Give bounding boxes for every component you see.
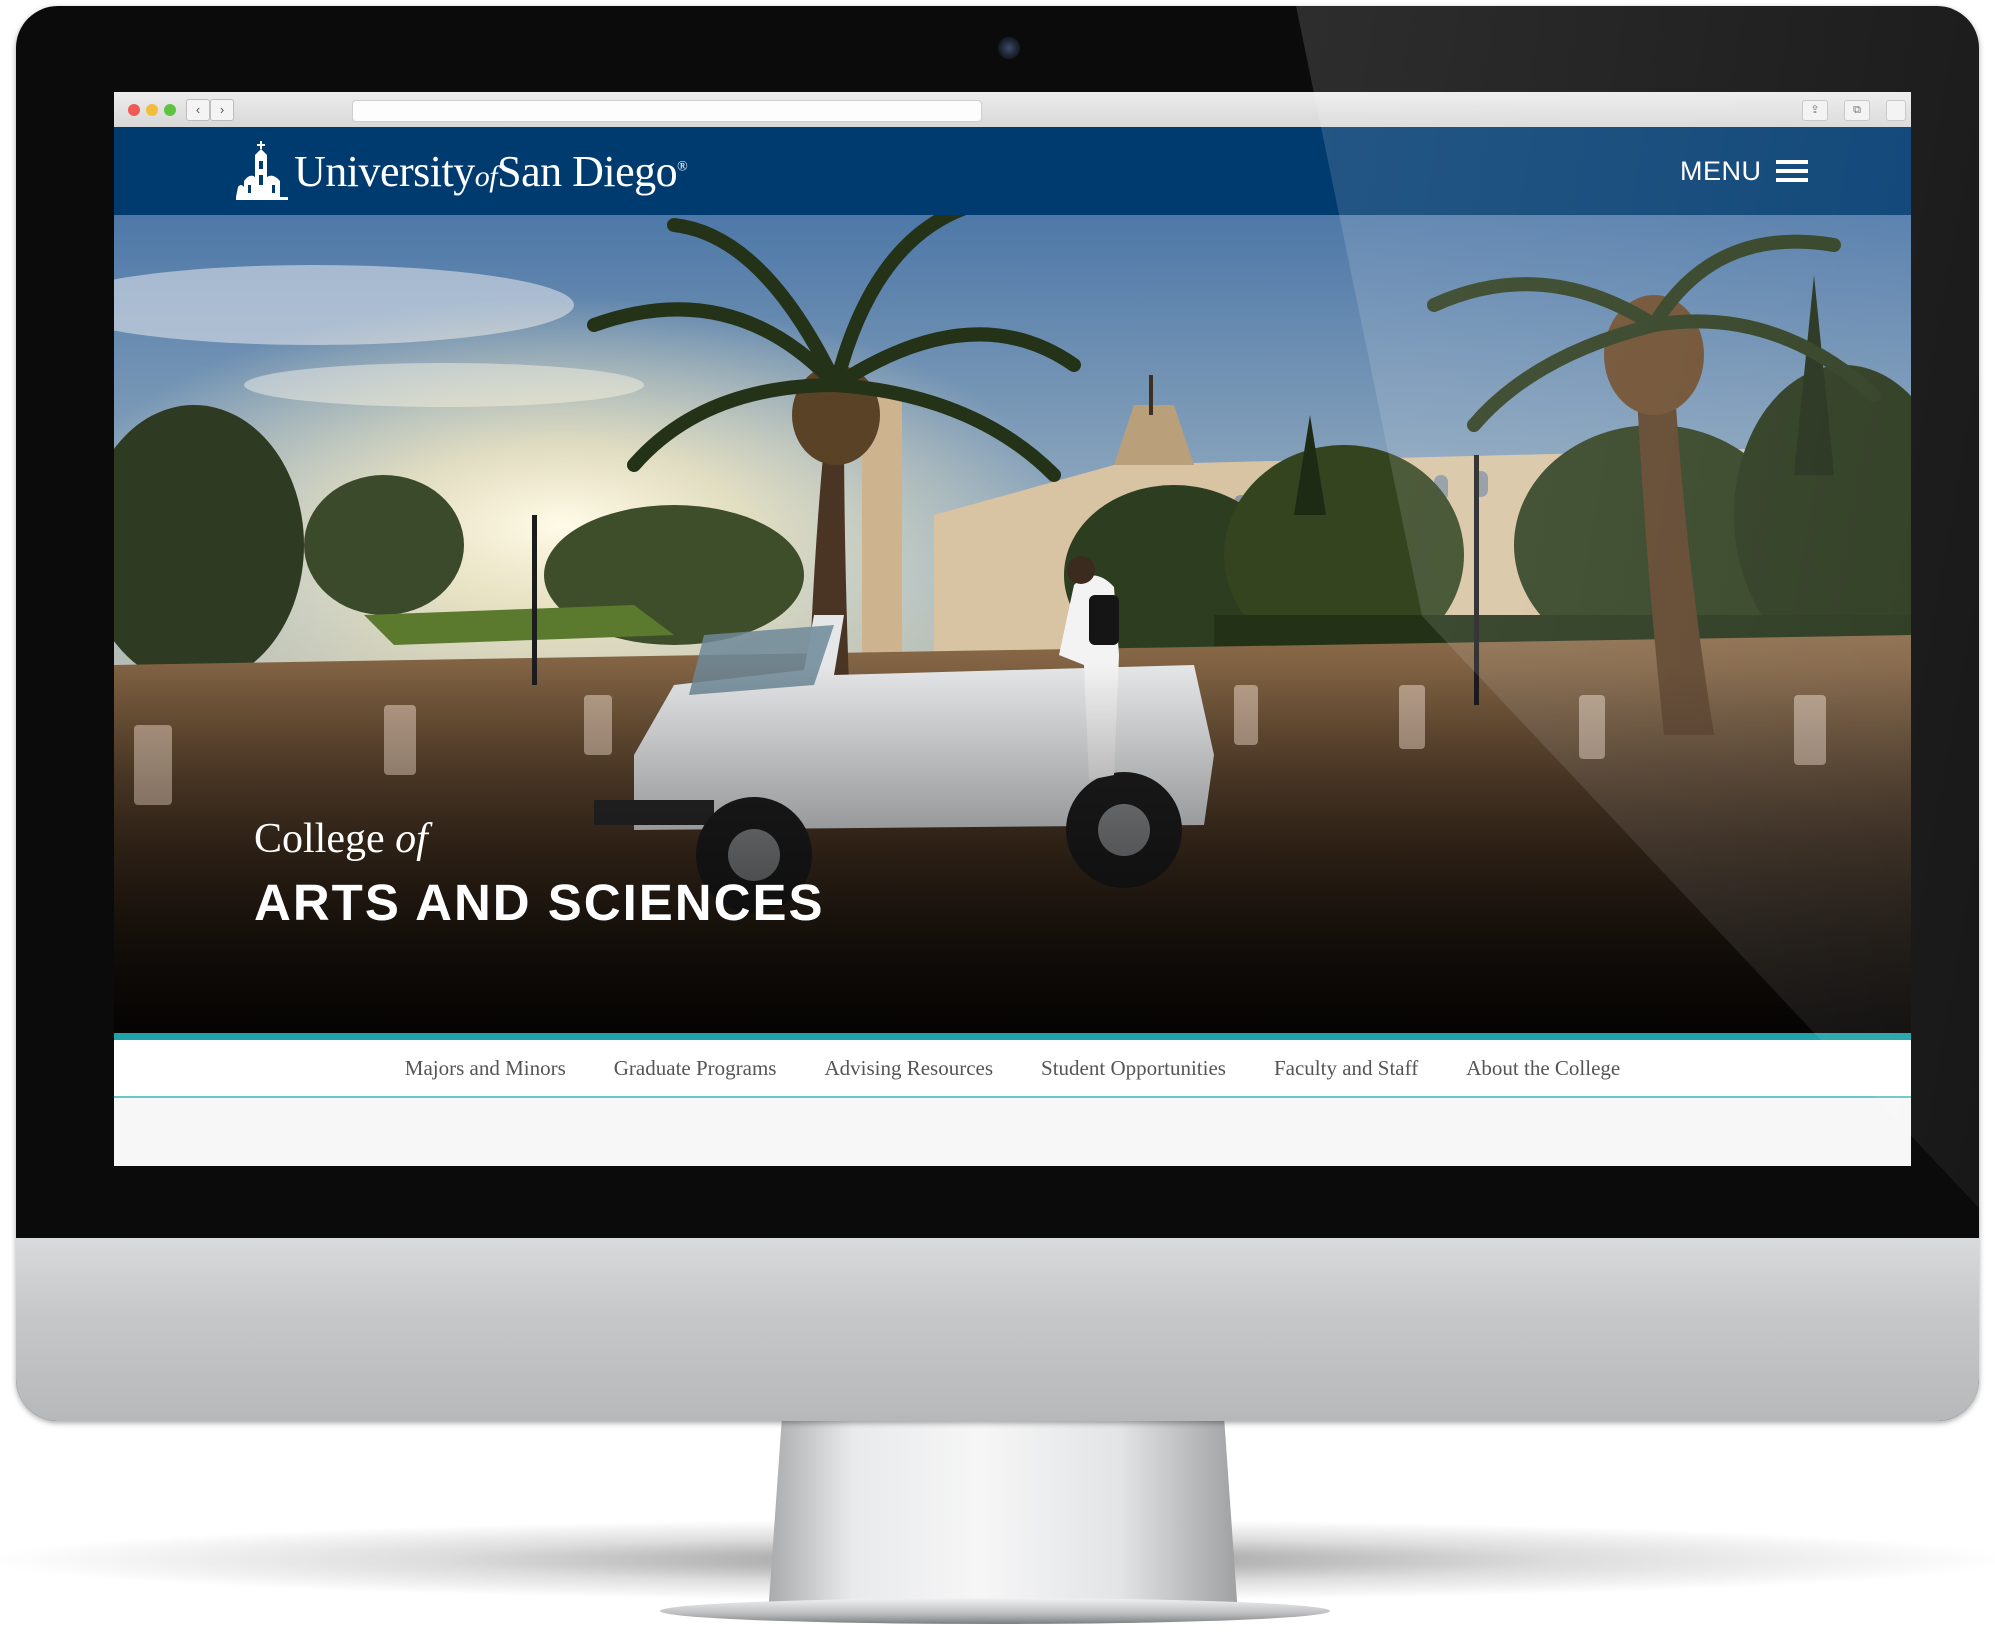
hamburger-icon bbox=[1775, 160, 1808, 182]
accent-divider bbox=[114, 1033, 1911, 1040]
forward-icon[interactable]: › bbox=[210, 99, 234, 121]
logo-text-university: University bbox=[294, 146, 475, 196]
logo-text-san-diego: San Diego bbox=[497, 146, 678, 196]
camera-icon bbox=[998, 37, 1020, 59]
hero-subtitle: College of bbox=[254, 815, 825, 863]
close-window-button[interactable] bbox=[128, 104, 140, 116]
tabs-icon[interactable]: ⧉ bbox=[1844, 100, 1870, 121]
hero-subtitle-college: College bbox=[254, 816, 385, 862]
logo-wordmark: UniversityofSan Diego® bbox=[294, 146, 688, 197]
site-logo[interactable]: UniversityofSan Diego® bbox=[236, 139, 688, 203]
back-icon[interactable]: ‹ bbox=[186, 99, 210, 121]
logo-text-of: of bbox=[474, 159, 498, 193]
share-icon[interactable]: ⇪ bbox=[1802, 100, 1828, 121]
registered-mark: ® bbox=[677, 158, 688, 174]
usd-logo-icon bbox=[236, 141, 288, 200]
address-bar[interactable] bbox=[352, 100, 982, 122]
new-tab-button[interactable] bbox=[1886, 100, 1906, 121]
subnav-item-advising-resources[interactable]: Advising Resources bbox=[824, 1056, 993, 1081]
page-body bbox=[114, 1098, 1911, 1166]
hero-banner: College of ARTS AND SCIENCES bbox=[114, 215, 1911, 1033]
monitor-stand bbox=[768, 1415, 1238, 1615]
monitor-chin bbox=[16, 1238, 1979, 1421]
screen: ‹ › ⇪ ⧉ UniversityofSan Diego® MENU Coll… bbox=[114, 92, 1911, 1166]
monitor-stand-base bbox=[660, 1598, 1330, 1624]
subnav-item-majors-and-minors[interactable]: Majors and Minors bbox=[405, 1056, 566, 1081]
site-header: UniversityofSan Diego® MENU bbox=[114, 127, 1911, 215]
subnav-item-about-the-college[interactable]: About the College bbox=[1466, 1056, 1620, 1081]
minimize-window-button[interactable] bbox=[146, 104, 158, 116]
hero-title: College of ARTS AND SCIENCES bbox=[254, 815, 825, 932]
maximize-window-button[interactable] bbox=[164, 104, 176, 116]
monitor: ‹ › ⇪ ⧉ UniversityofSan Diego® MENU Coll… bbox=[16, 6, 1979, 1421]
hero-heading: ARTS AND SCIENCES bbox=[254, 874, 825, 931]
hero-subtitle-of: of bbox=[395, 816, 428, 862]
browser-toolbar: ‹ › ⇪ ⧉ bbox=[114, 92, 1911, 128]
subnav-item-faculty-and-staff[interactable]: Faculty and Staff bbox=[1274, 1056, 1418, 1081]
subnav-item-student-opportunities[interactable]: Student Opportunities bbox=[1041, 1056, 1226, 1081]
college-subnav: Majors and Minors Graduate Programs Advi… bbox=[114, 1040, 1911, 1098]
subnav-item-graduate-programs[interactable]: Graduate Programs bbox=[614, 1056, 777, 1081]
menu-button[interactable]: MENU bbox=[1680, 155, 1808, 187]
menu-label: MENU bbox=[1680, 155, 1762, 186]
